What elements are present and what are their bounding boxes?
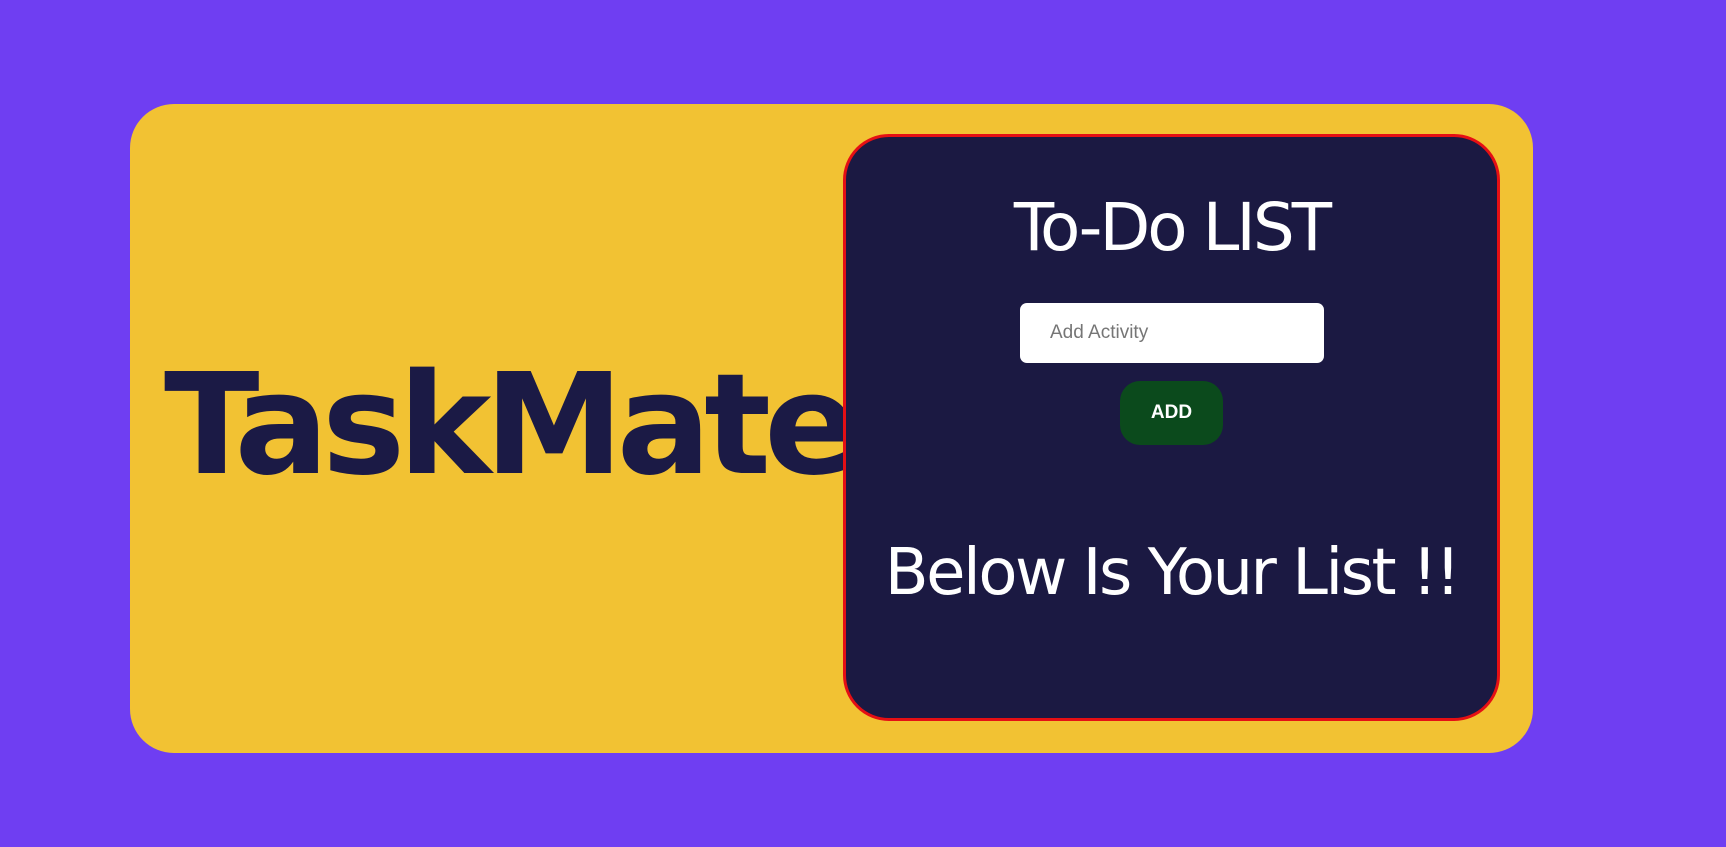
add-button[interactable]: ADD [1120,381,1223,445]
add-activity-input[interactable] [1020,303,1324,363]
todo-panel: To-Do LIST ADD Below Is Your List !! [843,134,1500,721]
list-heading: Below Is Your List !! [884,536,1461,610]
todo-title: To-Do LIST [1013,189,1332,266]
app-card: TaskMate To-Do LIST ADD Below Is Your Li… [130,104,1533,753]
brand-title: TaskMate [164,344,859,507]
